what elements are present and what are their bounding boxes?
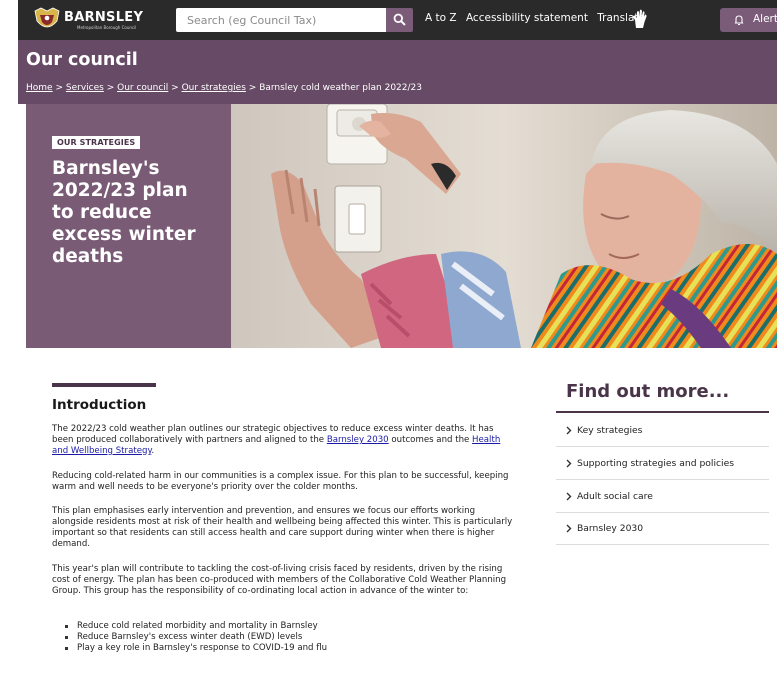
sign-language-hand-icon[interactable] <box>632 9 648 29</box>
intro-p1-text-c: . <box>151 446 155 456</box>
find-out-more-label: Supporting strategies and policies <box>577 458 735 469</box>
breadcrumb-services[interactable]: Services <box>66 83 104 93</box>
breadcrumb-separator: > <box>171 83 179 93</box>
find-out-more-supporting-strategies[interactable]: Supporting strategies and policies <box>556 448 769 480</box>
find-out-more-label: Barnsley 2030 <box>577 523 644 534</box>
list-item: Reduce Barnsley's excess winter death (E… <box>64 632 504 643</box>
barnsley-2030-link[interactable]: Barnsley 2030 <box>327 435 389 445</box>
hero-banner: OUR STRATEGIES Barnsley's 2022/23 plan t… <box>18 104 777 348</box>
breadcrumb-home[interactable]: Home <box>26 83 53 93</box>
page-title: Our council <box>26 50 138 70</box>
find-out-more-label: Key strategies <box>577 425 643 436</box>
breadcrumb-our-council[interactable]: Our council <box>117 83 168 93</box>
page-header: Our council Home > Services > Our counci… <box>18 40 777 104</box>
search-button[interactable] <box>386 8 413 32</box>
chevron-right-icon <box>566 426 572 435</box>
top-bar: BARNSLEY Metropolitan Borough Council A … <box>18 0 777 40</box>
list-item: Reduce cold related morbidity and mortal… <box>64 621 504 632</box>
find-out-more-adult-social-care[interactable]: Adult social care <box>556 481 769 513</box>
chevron-right-icon <box>566 459 572 468</box>
brand-subtitle: Metropolitan Borough Council <box>77 25 137 30</box>
list-item: Play a key role in Barnsley's response t… <box>64 643 504 654</box>
chevron-right-icon <box>566 492 572 501</box>
hero-photo-thermostat <box>231 104 777 348</box>
a-to-z-link[interactable]: A to Z <box>425 12 457 24</box>
breadcrumb-current: Barnsley cold weather plan 2022/23 <box>259 83 422 93</box>
brand-name: BARNSLEY <box>64 10 144 25</box>
find-out-more-heading: Find out more... <box>566 381 730 402</box>
hero-title: Barnsley's 2022/23 plan to reduce excess… <box>52 158 196 267</box>
hero-text-panel: OUR STRATEGIES Barnsley's 2022/23 plan t… <box>26 104 231 348</box>
intro-p1-text-b: outcomes and the <box>388 435 473 445</box>
search-icon <box>393 13 406 26</box>
top-nav: A to Z Accessibility statement Translate <box>425 12 651 24</box>
intro-paragraph-3: This plan emphasises early intervention … <box>52 506 513 549</box>
find-out-more-rule <box>556 411 769 413</box>
objectives-list: Reduce cold related morbidity and mortal… <box>64 621 504 654</box>
accessibility-link[interactable]: Accessibility statement <box>466 12 588 24</box>
breadcrumb-our-strategies[interactable]: Our strategies <box>182 83 246 93</box>
introduction-heading: Introduction <box>52 397 147 413</box>
council-logo[interactable]: BARNSLEY Metropolitan Borough Council <box>32 7 162 33</box>
find-out-more-barnsley-2030[interactable]: Barnsley 2030 <box>556 513 769 545</box>
alerts-button[interactable]: Alerts <box>720 8 777 32</box>
chevron-right-icon <box>566 524 572 533</box>
intro-paragraph-4: This year's plan will contribute to tack… <box>52 564 507 596</box>
search-input[interactable] <box>176 8 386 32</box>
bell-icon <box>734 15 744 26</box>
section-accent-rule <box>52 383 156 387</box>
intro-paragraph-2: Reducing cold-related harm in our commun… <box>52 471 509 492</box>
alerts-label: Alerts <box>753 13 777 25</box>
intro-paragraph-1: The 2022/23 cold weather plan outlines o… <box>52 424 517 457</box>
find-out-more-label: Adult social care <box>577 491 653 502</box>
breadcrumb-separator: > <box>106 83 115 93</box>
breadcrumb-separator: > <box>55 83 63 93</box>
category-tag[interactable]: OUR STRATEGIES <box>52 136 141 149</box>
breadcrumb: Home > Services > Our council > Our stra… <box>26 83 422 93</box>
find-out-more-key-strategies[interactable]: Key strategies <box>556 415 769 447</box>
breadcrumb-separator: > <box>248 83 257 93</box>
council-crest-icon <box>34 7 60 28</box>
